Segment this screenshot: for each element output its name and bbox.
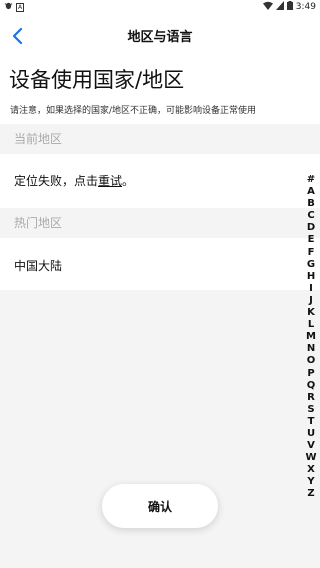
index-letter[interactable]: U xyxy=(307,428,315,440)
battery-icon xyxy=(286,1,293,14)
index-letter[interactable]: O xyxy=(307,355,316,367)
index-letter[interactable]: A xyxy=(307,186,315,198)
location-status: 定位失败，点击重试。 xyxy=(14,172,134,189)
a-box-icon: A xyxy=(16,3,24,12)
status-time: 3:49 xyxy=(295,2,316,12)
index-letter[interactable]: B xyxy=(307,198,315,210)
index-letter[interactable]: M xyxy=(306,331,316,343)
index-letter[interactable]: P xyxy=(307,368,314,380)
region-item-china-mainland[interactable]: 中国大陆 xyxy=(14,257,62,274)
confirm-button[interactable]: 确认 xyxy=(102,484,218,528)
popular-regions-body: 中国大陆 xyxy=(0,238,320,290)
location-status-prefix: 定位失败，点击 xyxy=(14,174,99,188)
index-letter[interactable]: I xyxy=(309,283,313,295)
index-letter[interactable]: J xyxy=(309,295,313,307)
index-letter[interactable]: Q xyxy=(307,380,316,392)
location-status-suffix: 。 xyxy=(122,174,135,188)
notice-text: 请注意，如果选择的国家/地区不正确，可能影响设备正常使用 xyxy=(10,106,257,116)
status-bar: A 3:49 xyxy=(0,0,320,14)
status-right: 3:49 xyxy=(262,1,316,14)
wifi-icon xyxy=(262,1,273,14)
index-letter[interactable]: K xyxy=(307,307,315,319)
index-letter[interactable]: T xyxy=(308,416,315,428)
index-letter[interactable]: Y xyxy=(307,476,314,488)
index-letter[interactable]: H xyxy=(307,271,315,283)
index-letter[interactable]: F xyxy=(308,247,315,259)
index-letter[interactable]: G xyxy=(307,259,315,271)
index-letter[interactable]: C xyxy=(307,210,314,222)
index-letter[interactable]: R xyxy=(307,392,315,404)
header-area: 设备使用国家/地区 请注意，如果选择的国家/地区不正确，可能影响设备正常使用 xyxy=(0,58,320,124)
current-region-body: 定位失败，点击重试。 xyxy=(0,154,320,208)
retry-link[interactable]: 重试 xyxy=(98,174,122,188)
index-letter[interactable]: N xyxy=(307,343,315,355)
index-letter[interactable]: S xyxy=(307,404,314,416)
page-title: 设备使用国家/地区 xyxy=(9,68,185,92)
index-letter[interactable]: W xyxy=(305,452,316,464)
popular-regions-header: 热门地区 xyxy=(0,208,320,238)
current-region-header: 当前地区 xyxy=(0,124,320,154)
index-letter[interactable]: # xyxy=(307,174,315,186)
nav-title: 地区与语言 xyxy=(127,30,193,45)
index-letter[interactable]: E xyxy=(308,234,315,246)
nav-bar: 地区与语言 xyxy=(0,14,320,58)
index-letter[interactable]: L xyxy=(308,319,314,331)
status-left: A xyxy=(4,1,24,14)
index-letter[interactable]: V xyxy=(307,440,315,452)
index-letter[interactable]: Z xyxy=(307,488,314,500)
index-letter[interactable]: D xyxy=(307,222,315,234)
alphabet-index[interactable]: # A B C D E F G H I J K L M N O P Q R S T U V W X Y Z xyxy=(304,174,318,501)
signal-icon xyxy=(275,1,284,14)
index-letter[interactable]: X xyxy=(307,464,315,476)
bug-icon xyxy=(4,1,13,14)
